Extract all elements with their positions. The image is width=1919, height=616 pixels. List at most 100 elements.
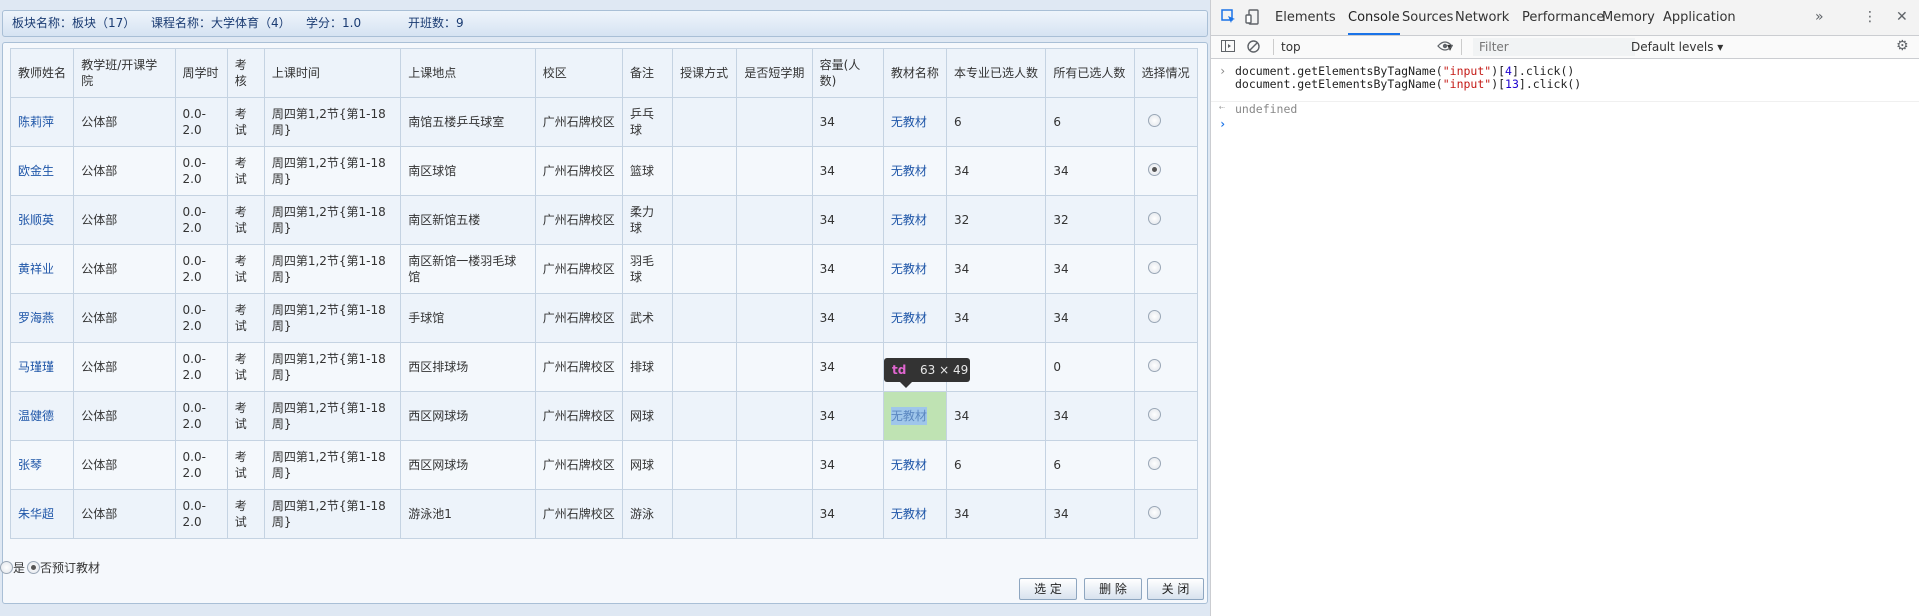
table-row[interactable]: 罗海燕 公体部 0.0-2.0 考试 周四第1,2节{第1-18周} 手球馆 广州石牌校区武… (9, 293, 1199, 343)
select-class-radio[interactable] (1147, 113, 1161, 127)
kebab-menu-icon[interactable]: ⋮ (1863, 0, 1877, 35)
textbook-name-cell[interactable]: 无教材 (882, 391, 948, 441)
select-class-radio[interactable] (1147, 211, 1161, 225)
toolbar-divider (1461, 39, 1462, 55)
console-prompt-icon[interactable]: › (1219, 117, 1226, 131)
delete-button[interactable]: 删 除 (1084, 578, 1142, 600)
teacher-name-cell[interactable]: 张顺英 (9, 195, 75, 245)
table-row[interactable]: 张琴 公体部 0.0-2.0 考试 周四第1,2节{第1-18周} 西区网球场 广州石牌校区… (9, 440, 1199, 490)
select-class-radio[interactable] (1147, 505, 1161, 519)
console-token: ].click() (1511, 64, 1575, 78)
remark-cell: 游泳 (621, 489, 674, 539)
textbook-name-cell[interactable]: 无教材 (882, 146, 948, 196)
teacher-name-cell[interactable]: 欧金生 (9, 146, 75, 196)
teacher-name-cell[interactable]: 张琴 (9, 440, 75, 490)
log-levels-dropdown[interactable]: Default levels ▾ (1631, 38, 1723, 56)
all-selected-count-cell: 34 (1045, 293, 1135, 343)
column-header: 教师姓名 (9, 48, 75, 98)
teaching-mode-cell (672, 97, 738, 147)
column-header: 教材名称 (882, 48, 948, 98)
teacher-name-cell[interactable]: 罗海燕 (9, 293, 75, 343)
college-cell: 公体部 (73, 146, 176, 196)
assessment-cell: 考试 (226, 440, 265, 490)
select-class-radio[interactable] (1147, 456, 1161, 470)
teacher-name-cell[interactable]: 温健德 (9, 391, 75, 441)
table-row[interactable]: 朱华超 公体部 0.0-2.0 考试 周四第1,2节{第1-18周} 游泳池1 广州石牌校区… (9, 489, 1199, 539)
textbook-no-radio[interactable] (27, 561, 41, 574)
teaching-mode-cell (672, 146, 738, 196)
column-header: 所有已选人数 (1045, 48, 1135, 98)
short-term-cell (736, 489, 813, 539)
major-selected-count-cell: 34 (946, 293, 1047, 343)
textbook-name-cell[interactable]: 无教材 (882, 244, 948, 294)
college-cell: 公体部 (73, 489, 176, 539)
table-row[interactable]: 欧金生 公体部 0.0-2.0 考试 周四第1,2节{第1-18周} 南区球馆 广州石牌校区… (9, 146, 1199, 196)
select-class-radio[interactable] (1147, 260, 1161, 274)
selection-cell (1133, 97, 1199, 147)
assessment-cell: 考试 (226, 342, 265, 392)
major-selected-count-cell: 34 (946, 391, 1047, 441)
short-term-cell (736, 342, 813, 392)
context-select[interactable]: top ▾ (1281, 38, 1453, 56)
all-selected-count-cell: 6 (1045, 440, 1135, 490)
more-tabs-icon[interactable]: » (1815, 0, 1824, 35)
textbook-name-cell[interactable]: 无教材 (882, 440, 948, 490)
textbook-name-cell[interactable]: 无教材 (882, 489, 948, 539)
short-term-cell (736, 440, 813, 490)
tab-console[interactable]: Console (1348, 0, 1400, 35)
teacher-name-cell[interactable]: 马瑾瑾 (9, 342, 75, 392)
selection-cell (1133, 244, 1199, 294)
tab-memory[interactable]: Memory (1602, 0, 1655, 35)
assessment-cell: 考试 (226, 97, 265, 147)
column-header: 容量(人数) (811, 48, 884, 98)
tooltip-dimensions: 63 × 49 (920, 363, 969, 377)
major-selected-count-cell: 34 (946, 244, 1047, 294)
textbook-yes-radio[interactable] (0, 561, 13, 574)
course-name: 课程名称：大学体育（4） (151, 16, 291, 30)
textbook-name-cell[interactable]: 无教材 (882, 97, 948, 147)
close-button[interactable]: 关 闭 (1147, 578, 1204, 600)
input-chevron-icon: › (1219, 64, 1227, 78)
tab-performance[interactable]: Performance (1522, 0, 1604, 35)
textbook-no-label: 否预订教材 (40, 561, 101, 575)
short-term-cell (736, 391, 813, 441)
select-button[interactable]: 选 定 (1019, 578, 1077, 600)
column-header: 是否短学期 (736, 48, 813, 98)
textbook-name-cell[interactable]: 无教材 (882, 293, 948, 343)
table-row[interactable]: 马瑾瑾 公体部 0.0-2.0 考试 周四第1,2节{第1-18周} 西区排球场 广州石牌校… (9, 342, 1199, 392)
class-time-cell: 周四第1,2节{第1-18周} (263, 97, 402, 147)
select-class-radio[interactable] (1147, 162, 1161, 176)
remark-cell: 羽毛球 (621, 244, 674, 294)
console-result: undefined (1235, 102, 1298, 116)
table-row[interactable]: 陈莉萍 公体部 0.0-2.0 考试 周四第1,2节{第1-18周} 南馆五楼乒乓球室 广州… (9, 97, 1199, 147)
table-row[interactable]: 温健德 公体部 0.0-2.0 考试 周四第1,2节{第1-18周} 西区网球场 广州石牌校… (9, 391, 1199, 441)
console-token: "input" (1442, 64, 1492, 78)
textbook-name-cell[interactable]: 无教材 (882, 195, 948, 245)
teacher-name-cell[interactable]: 陈莉萍 (9, 97, 75, 147)
console-filter-input[interactable] (1473, 38, 1635, 56)
tab-elements[interactable]: Elements (1275, 0, 1336, 35)
tab-application[interactable]: Application (1663, 0, 1736, 35)
clear-console-icon[interactable] (1247, 29, 1260, 64)
console-token: "input" (1442, 77, 1492, 91)
teacher-name-cell[interactable]: 黄祥业 (9, 244, 75, 294)
major-selected-count-cell: 6 (946, 440, 1047, 490)
live-expression-eye-icon[interactable] (1437, 29, 1453, 64)
console-settings-gear-icon[interactable]: ⚙ (1896, 29, 1909, 64)
selection-cell (1133, 195, 1199, 245)
select-class-radio[interactable] (1147, 358, 1161, 372)
weekly-hours-cell: 0.0-2.0 (174, 293, 228, 343)
tab-network[interactable]: Network (1455, 0, 1509, 35)
console-token: ].click() (1518, 77, 1582, 91)
select-class-radio[interactable] (1147, 407, 1161, 421)
class-time-cell: 周四第1,2节{第1-18周} (263, 244, 402, 294)
table-row[interactable]: 张顺英 公体部 0.0-2.0 考试 周四第1,2节{第1-18周} 南区新馆五楼 广州石牌… (9, 195, 1199, 245)
column-header: 周学时 (174, 48, 228, 98)
table-row[interactable]: 黄祥业 公体部 0.0-2.0 考试 周四第1,2节{第1-18周} 南区新馆一楼羽毛球馆… (9, 244, 1199, 294)
sidebar-toggle-icon[interactable] (1221, 29, 1235, 64)
location-cell: 西区网球场 (400, 391, 536, 441)
capacity-cell: 34 (811, 195, 884, 245)
select-class-radio[interactable] (1147, 309, 1161, 323)
textbook-link[interactable]: 无教材 (890, 407, 927, 425)
teacher-name-cell[interactable]: 朱华超 (9, 489, 75, 539)
